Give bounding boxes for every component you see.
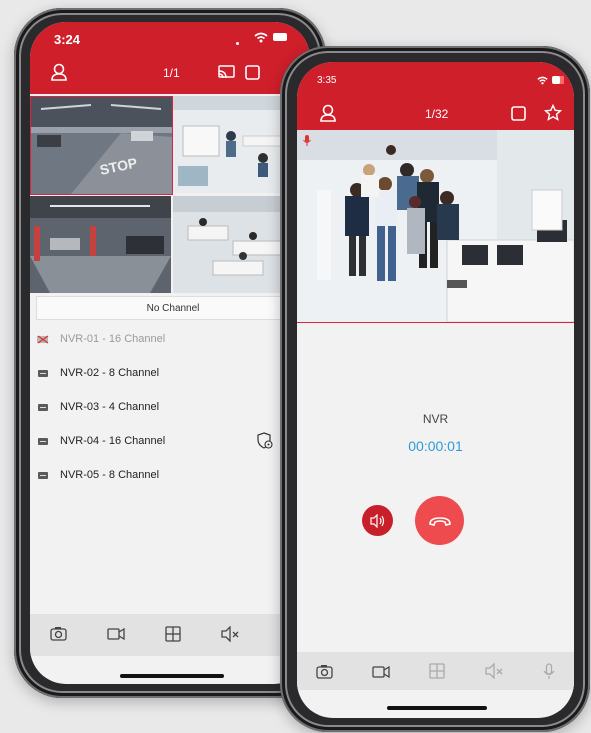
fullscreen-icon[interactable] [245, 65, 260, 80]
camera-offline-icon [37, 334, 49, 344]
status-time: 3:24 [54, 32, 81, 47]
microphone-indicator-icon [303, 135, 311, 146]
snapshot-icon[interactable] [316, 664, 334, 679]
list-item-device-3[interactable]: NVR-03 - 4 Channel [30, 390, 310, 424]
camera-tile-3[interactable] [30, 196, 171, 293]
home-indicator[interactable] [387, 706, 487, 710]
mute-icon[interactable] [220, 626, 240, 642]
device-label: NVR-03 - 4 Channel [60, 401, 160, 413]
home-indicator[interactable] [120, 674, 224, 678]
status-time: 3:35 [317, 75, 337, 86]
speaker-button[interactable] [362, 505, 393, 536]
device-icon [38, 403, 48, 411]
left-bottom-toolbar [30, 614, 310, 656]
battery-icon [552, 76, 564, 84]
no-channel-label: No Channel [146, 302, 200, 314]
no-channel-bar: No Channel [36, 296, 310, 320]
device-icon [38, 437, 48, 445]
device-label: NVR-02 - 8 Channel [60, 367, 160, 379]
page-counter: 1/1 [163, 66, 180, 80]
grid-layout-icon[interactable] [429, 663, 445, 679]
right-phone: 3:35 1/32 NVR 00:00:01 [280, 46, 590, 732]
battery-icon [273, 33, 287, 41]
shield-settings-icon[interactable] [256, 432, 274, 450]
snapshot-icon[interactable] [50, 626, 67, 641]
call-name: NVR [422, 412, 449, 426]
live-video-feed[interactable] [297, 130, 574, 323]
device-icon [38, 471, 48, 479]
wifi-icon [537, 76, 548, 85]
fullscreen-icon[interactable] [511, 106, 526, 121]
hang-up-button[interactable] [415, 496, 464, 545]
signal-dot-icon [236, 42, 239, 45]
mute-icon[interactable] [484, 663, 504, 679]
record-icon[interactable] [107, 626, 125, 641]
speaker-icon [369, 513, 384, 528]
hang-up-phone-icon [428, 516, 451, 526]
camera-tile-1[interactable]: STOP [30, 96, 173, 195]
left-screen: 3:24 1/1 STOP No Channel NVR-01 - 16 Cha… [30, 22, 310, 684]
favorite-star-icon[interactable] [544, 104, 562, 122]
wifi-icon [254, 32, 268, 43]
device-label: NVR-01 - 16 Channel [60, 333, 166, 345]
microphone-icon[interactable] [543, 662, 555, 680]
user-icon[interactable] [50, 63, 68, 81]
call-timer: 00:00:01 [408, 438, 463, 454]
page-counter: 1/32 [425, 107, 449, 121]
record-icon[interactable] [372, 664, 390, 679]
list-item-device-2[interactable]: NVR-02 - 8 Channel [30, 356, 310, 390]
user-icon[interactable] [319, 104, 337, 122]
device-label: NVR-04 - 16 Channel [60, 435, 166, 447]
grid-layout-icon[interactable] [165, 626, 181, 642]
device-label: NVR-05 - 8 Channel [60, 469, 160, 481]
list-item-device-4[interactable]: NVR-04 - 16 Channel [30, 424, 310, 458]
right-screen: 3:35 1/32 NVR 00:00:01 [297, 62, 574, 718]
list-item-device-5[interactable]: NVR-05 - 8 Channel [30, 458, 310, 492]
device-icon [38, 369, 48, 377]
cast-icon[interactable] [218, 65, 235, 80]
list-item-device-1[interactable]: NVR-01 - 16 Channel [30, 322, 310, 356]
right-bottom-toolbar [297, 652, 574, 690]
